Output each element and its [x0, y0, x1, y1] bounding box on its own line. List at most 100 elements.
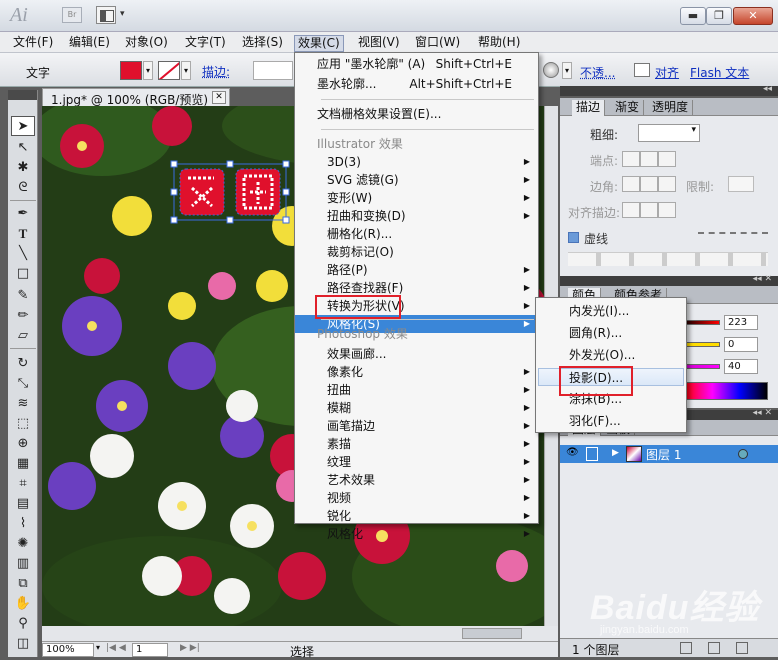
menu-item-drop-shadow[interactable]: 投影(D)...: [538, 368, 684, 386]
scale-tool-icon[interactable]: ⤡: [11, 374, 35, 394]
new-sublayer-icon[interactable]: [680, 642, 692, 654]
bridge-button[interactable]: Br: [62, 7, 82, 23]
close-icon[interactable]: ✕: [212, 91, 226, 104]
tab-transparency[interactable]: 透明度: [648, 100, 694, 116]
menu-item-illustrator-1[interactable]: SVG 滤镜(G) ▶: [295, 171, 538, 189]
menu-edit[interactable]: 编辑(E): [66, 35, 113, 52]
stroke-link[interactable]: 描边:: [202, 63, 230, 80]
menu-item-photoshop-6[interactable]: 纹理 ▶: [295, 453, 538, 471]
menu-item-illustrator-0[interactable]: 3D(3) ▶: [295, 153, 538, 171]
menu-item-photoshop-10[interactable]: 风格化 ▶: [295, 525, 538, 543]
flash-text-link[interactable]: Flash 文本: [690, 64, 749, 81]
type-tool-icon[interactable]: T: [11, 224, 35, 244]
rectangle-tool-icon[interactable]: □: [11, 264, 35, 284]
eraser-tool-icon[interactable]: ▱: [11, 326, 35, 346]
close-button[interactable]: ✕: [733, 7, 773, 25]
miter-join-icon[interactable]: [622, 176, 640, 192]
zoom-field[interactable]: 100%: [42, 643, 94, 657]
pencil-tool-icon[interactable]: ✏: [11, 306, 35, 326]
dashed-line-checkbox[interactable]: [568, 232, 579, 243]
line-tool-icon[interactable]: ╲: [11, 244, 35, 264]
symbol-sprayer-tool-icon[interactable]: ✺: [11, 534, 35, 554]
panel-grip[interactable]: ◂◂ ✕: [560, 274, 778, 286]
red-value[interactable]: 223: [724, 315, 758, 330]
eyedropper-tool-icon[interactable]: ⌇: [11, 514, 35, 534]
align-inside-icon[interactable]: [640, 202, 658, 218]
miter-limit-input[interactable]: [728, 176, 754, 192]
delete-layer-icon[interactable]: [736, 642, 748, 654]
menu-window[interactable]: 窗口(W): [412, 35, 463, 52]
panel-grip[interactable]: ◂◂: [560, 84, 778, 96]
graph-tool-icon[interactable]: ▥: [11, 554, 35, 574]
rotate-tool-icon[interactable]: ↻: [11, 354, 35, 374]
menu-item-round-corners[interactable]: 圆角(R)...: [536, 324, 686, 342]
eye-icon[interactable]: 👁: [566, 447, 580, 461]
arrange-documents-icon[interactable]: [96, 6, 116, 24]
layer-name[interactable]: 图层 1: [646, 446, 681, 463]
dash-gap-fields[interactable]: [568, 252, 768, 266]
lock-toggle[interactable]: [586, 447, 598, 461]
color-spectrum[interactable]: [684, 382, 768, 400]
stroke-dropdown[interactable]: ▾: [181, 61, 191, 80]
perspective-grid-tool-icon[interactable]: ▦: [11, 454, 35, 474]
horizontal-scrollbar[interactable]: [42, 626, 558, 641]
menu-type[interactable]: 文字(T): [182, 35, 229, 52]
menu-item-doc-raster-settings[interactable]: 文档栅格效果设置(E)...: [295, 105, 538, 123]
menu-item-last-effect[interactable]: 墨水轮廓... Alt+Shift+Ctrl+E: [295, 75, 538, 93]
menu-view[interactable]: 视图(V): [355, 35, 403, 52]
next-page-icon[interactable]: ▶ ▶|: [180, 643, 200, 653]
free-transform-tool-icon[interactable]: ⬚: [11, 414, 35, 434]
stroke-weight-input[interactable]: [253, 61, 293, 80]
direct-selection-tool-icon[interactable]: ↖: [11, 138, 35, 158]
tab-stroke[interactable]: 描边: [572, 100, 606, 116]
paintbrush-tool-icon[interactable]: ✎: [11, 286, 35, 306]
menu-file[interactable]: 文件(F): [10, 35, 56, 52]
chevron-down-icon[interactable]: ▾: [120, 9, 125, 19]
artboard-tool-icon[interactable]: ⧉: [11, 574, 35, 594]
draw-mode-icon[interactable]: ◫: [11, 634, 35, 654]
menu-select[interactable]: 选择(S): [239, 35, 286, 52]
round-cap-icon[interactable]: [640, 151, 658, 167]
align-outside-icon[interactable]: [658, 202, 676, 218]
first-page-icon[interactable]: |◀ ◀: [106, 643, 126, 653]
align-link[interactable]: 对齐: [655, 64, 679, 81]
menu-item-illustrator-4[interactable]: 栅格化(R)...: [295, 225, 538, 243]
expand-triangle-icon[interactable]: ▶: [612, 448, 619, 458]
menu-item-photoshop-7[interactable]: 艺术效果 ▶: [295, 471, 538, 489]
menu-item-illustrator-6[interactable]: 路径(P) ▶: [295, 261, 538, 279]
gradient-tool-icon[interactable]: ▤: [11, 494, 35, 514]
projecting-cap-icon[interactable]: [658, 151, 676, 167]
menu-item-photoshop-2[interactable]: 扭曲 ▶: [295, 381, 538, 399]
warp-tool-icon[interactable]: ≋: [11, 394, 35, 414]
shape-builder-tool-icon[interactable]: ⊕: [11, 434, 35, 454]
menu-item-photoshop-8[interactable]: 视频 ▶: [295, 489, 538, 507]
target-icon[interactable]: [738, 449, 748, 459]
menu-item-illustrator-5[interactable]: 裁剪标记(O): [295, 243, 538, 261]
dash-preset-icon[interactable]: [698, 232, 768, 242]
selection-tool-icon[interactable]: ➤: [11, 116, 35, 136]
new-layer-icon[interactable]: [708, 642, 720, 654]
menu-item-illustrator-7[interactable]: 路径查找器(F) ▶: [295, 279, 538, 297]
menu-help[interactable]: 帮助(H): [475, 35, 523, 52]
menu-item-illustrator-8[interactable]: 转换为形状(V) ▶: [295, 297, 538, 315]
style-dropdown[interactable]: ▾: [562, 62, 572, 79]
align-icon[interactable]: [634, 63, 650, 77]
minimize-button[interactable]: ▬: [680, 7, 706, 25]
stroke-color-swatch[interactable]: [158, 61, 180, 80]
magic-wand-tool-icon[interactable]: ✱: [11, 158, 35, 178]
menu-item-photoshop-0[interactable]: 效果画廊...: [295, 345, 538, 363]
menu-item-illustrator-3[interactable]: 扭曲和变换(D) ▶: [295, 207, 538, 225]
bevel-join-icon[interactable]: [658, 176, 676, 192]
artboard-number-field[interactable]: 1: [132, 643, 168, 657]
chevron-down-icon[interactable]: ▾: [96, 643, 100, 652]
green-value[interactable]: 0: [724, 337, 758, 352]
pen-tool-icon[interactable]: ✒: [11, 204, 35, 224]
menu-item-feather[interactable]: 羽化(F)...: [536, 412, 686, 430]
round-join-icon[interactable]: [640, 176, 658, 192]
menu-object[interactable]: 对象(O): [122, 35, 171, 52]
restore-button[interactable]: ❐: [706, 7, 732, 25]
fill-dropdown[interactable]: ▾: [143, 61, 153, 80]
lasso-tool-icon[interactable]: ᘓ: [11, 178, 35, 198]
fill-color-swatch[interactable]: [120, 61, 142, 80]
document-tab[interactable]: 1.jpg* @ 100% (RGB/预览) ✕: [42, 88, 230, 107]
